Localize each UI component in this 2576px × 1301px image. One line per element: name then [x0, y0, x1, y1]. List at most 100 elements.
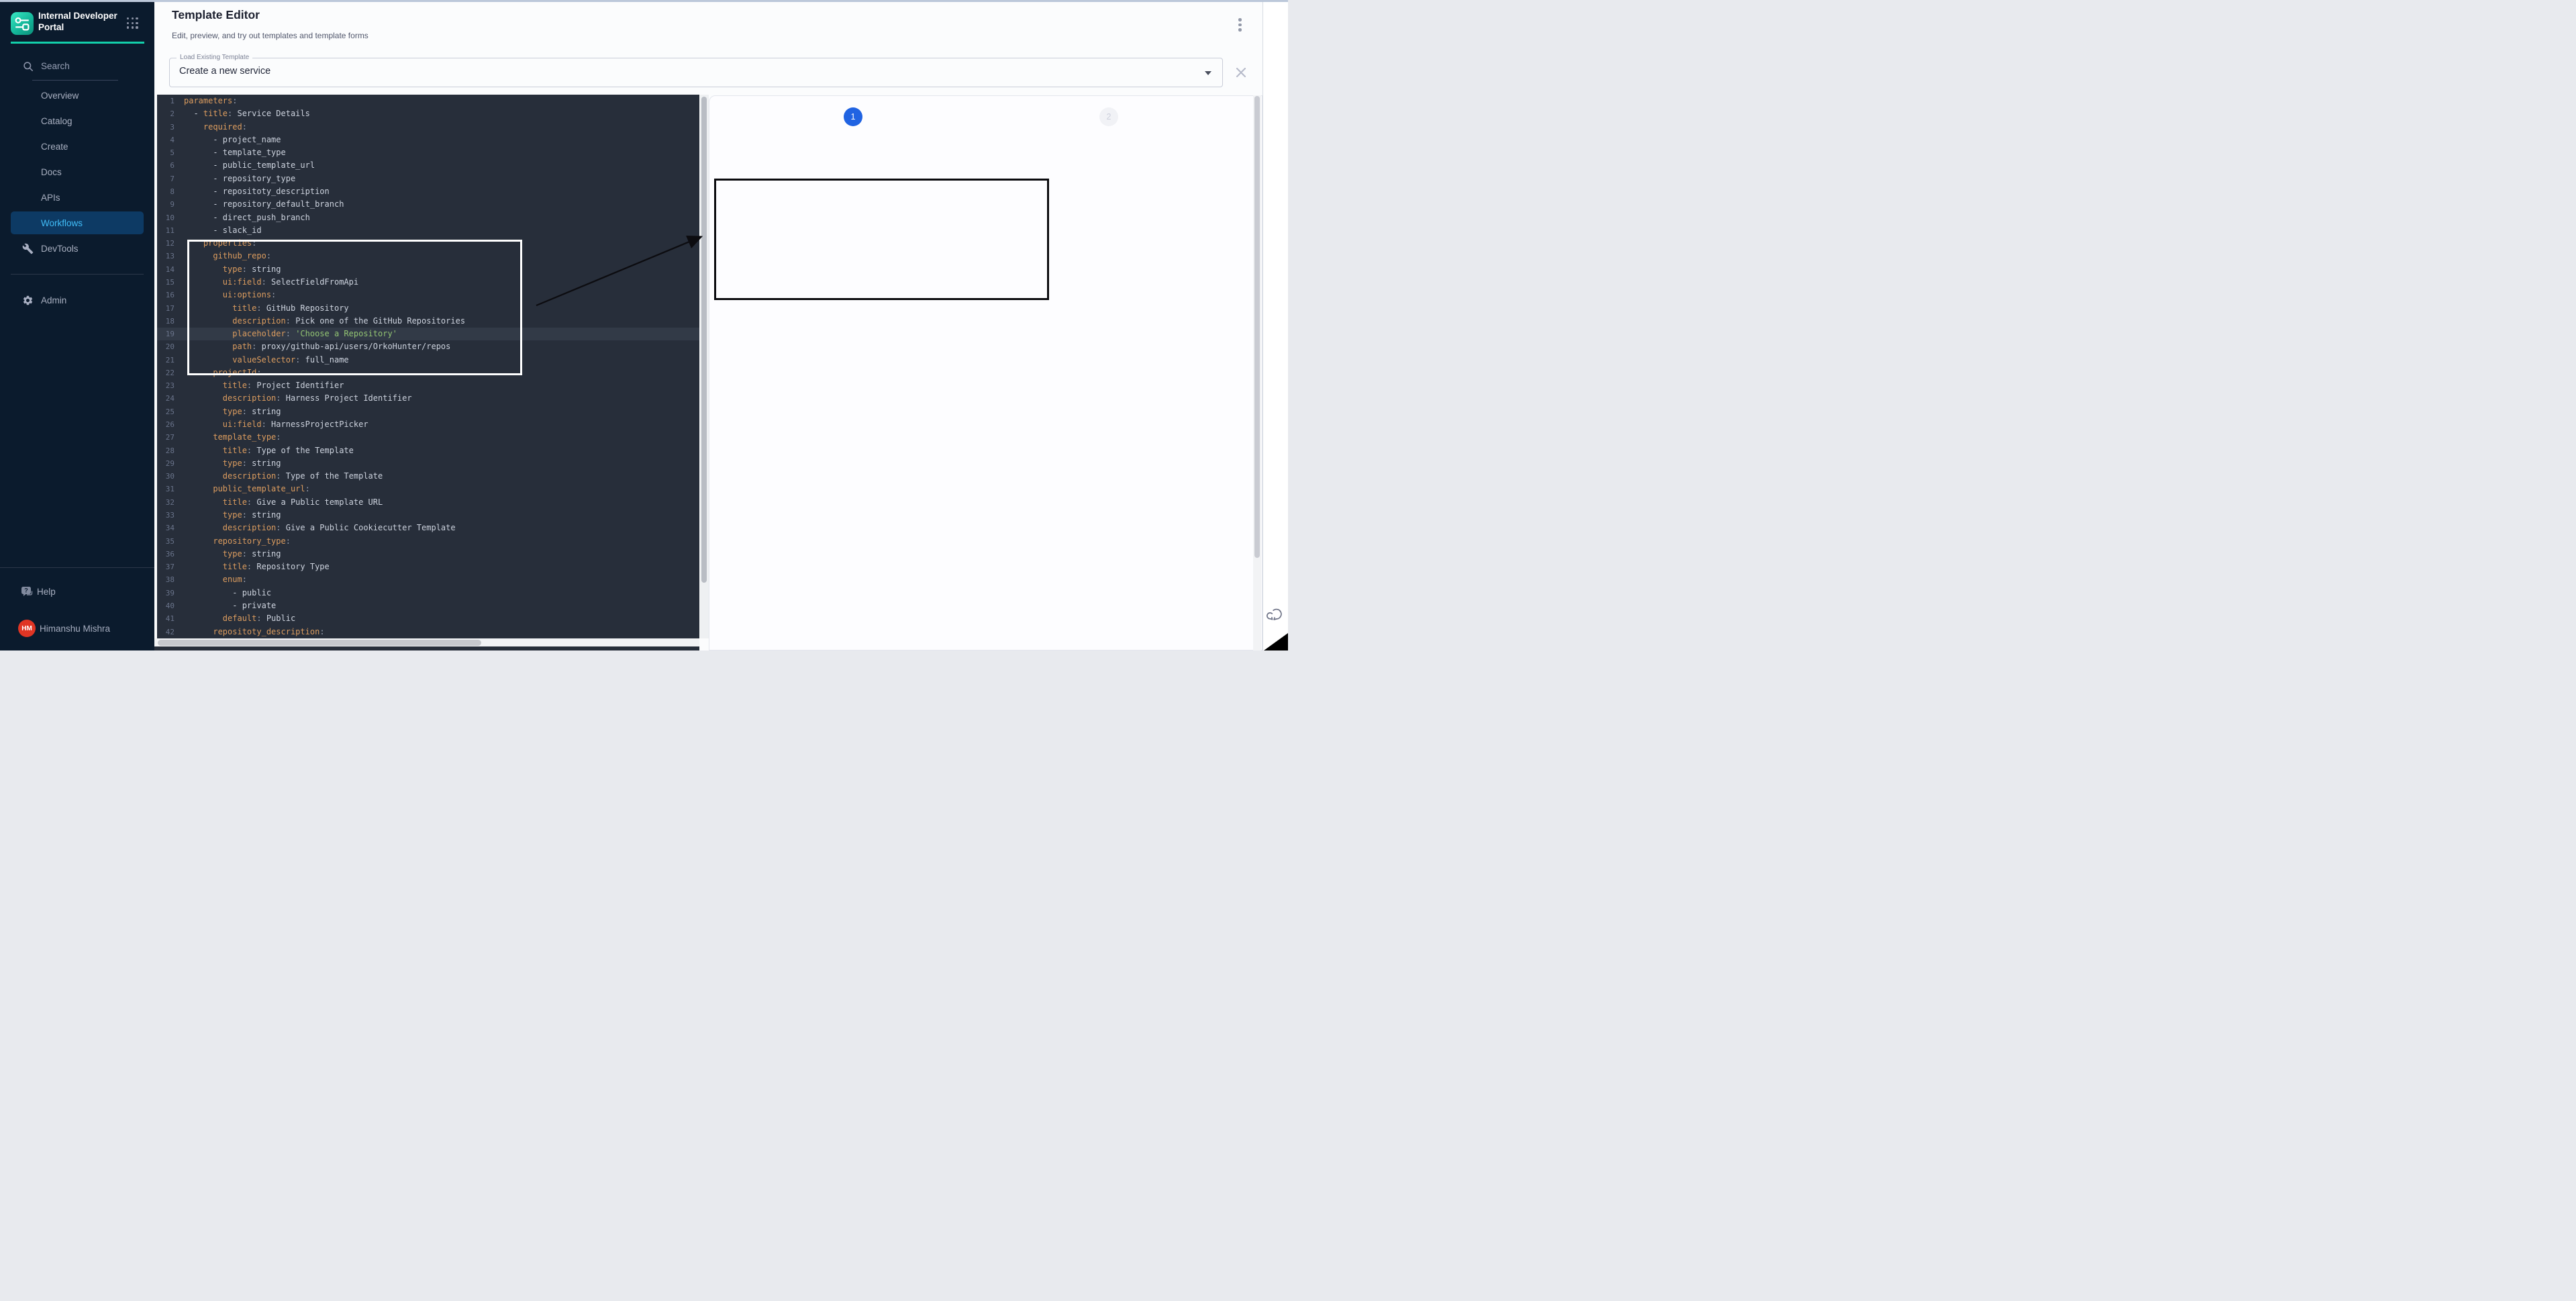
apps-grid-icon[interactable]: [127, 17, 138, 29]
code-line[interactable]: 29 type: string: [157, 457, 699, 470]
code-line[interactable]: 15 ui:field: SelectFieldFromApi: [157, 276, 699, 289]
code-text: title: Project Identifier: [184, 381, 344, 390]
code-line[interactable]: 11 - slack_id: [157, 224, 699, 237]
sidebar-item-catalog[interactable]: Catalog: [0, 108, 154, 134]
sidebar-item-docs[interactable]: Docs: [0, 159, 154, 185]
code-line[interactable]: 6 - public_template_url: [157, 159, 699, 172]
line-number: 8: [157, 185, 175, 198]
code-line[interactable]: 38 enum:: [157, 573, 699, 586]
line-number: 16: [157, 289, 175, 301]
code-text: parameters:: [184, 96, 237, 105]
code-line[interactable]: 10 - direct_push_branch: [157, 211, 699, 224]
code-line[interactable]: 37 title: Repository Type: [157, 561, 699, 573]
top-edge-line: [0, 0, 1288, 2]
code-line[interactable]: 18 description: Pick one of the GitHub R…: [157, 315, 699, 328]
wrench-icon: [22, 243, 34, 254]
step-1-circle[interactable]: 1: [844, 107, 862, 126]
sidebar-search[interactable]: Search: [0, 59, 154, 75]
load-template-select[interactable]: Load Existing Template Create a new serv…: [169, 58, 1223, 87]
code-text: public_template_url:: [184, 484, 310, 493]
cursor-artifact: [1264, 633, 1288, 650]
code-line[interactable]: 7 - repository_type: [157, 173, 699, 185]
sidebar-item-apis[interactable]: APIs: [0, 185, 154, 210]
page-title: Template Editor: [172, 8, 260, 22]
code-text: placeholder: 'Choose a Repository': [184, 329, 397, 338]
code-line[interactable]: 28 title: Type of the Template: [157, 444, 699, 457]
sidebar-item-admin[interactable]: Admin: [0, 289, 154, 311]
code-line[interactable]: 30 description: Type of the Template: [157, 470, 699, 483]
user-row[interactable]: HM Himanshu Mishra: [0, 616, 154, 642]
code-line[interactable]: 9 - repository_default_branch: [157, 198, 699, 211]
code-line[interactable]: 17 title: GitHub Repository: [157, 302, 699, 315]
code-line[interactable]: 40 - private: [157, 599, 699, 612]
sidebar-item-overview[interactable]: Overview: [0, 83, 154, 108]
code-line[interactable]: 21 valueSelector: full_name: [157, 354, 699, 367]
line-number: 41: [157, 612, 175, 625]
code-line[interactable]: 36 type: string: [157, 548, 699, 561]
sidebar-bottom-divider: [0, 567, 154, 568]
line-number: 6: [157, 159, 175, 172]
sidebar-divider: [11, 274, 144, 275]
code-line[interactable]: 31 public_template_url:: [157, 483, 699, 495]
clear-template-button[interactable]: [1235, 66, 1247, 79]
code-line[interactable]: 39 - public: [157, 587, 699, 599]
code-text: title: Repository Type: [184, 562, 330, 571]
sidebar-item-devtools[interactable]: DevTools: [0, 238, 154, 259]
code-line[interactable]: 20 path: proxy/github-api/users/OrkoHunt…: [157, 340, 699, 353]
brand-divider: [11, 42, 144, 44]
panel-scrollbar-thumb[interactable]: [1254, 96, 1260, 558]
step-2-circle[interactable]: 2: [1099, 107, 1118, 126]
idp-logo[interactable]: [11, 12, 34, 35]
code-line[interactable]: 19 placeholder: 'Choose a Repository': [157, 328, 699, 340]
code-line[interactable]: 1parameters:: [157, 95, 699, 107]
line-number: 36: [157, 548, 175, 561]
code-line[interactable]: 16 ui:options:: [157, 289, 699, 301]
code-line[interactable]: 22 projectId:: [157, 367, 699, 379]
code-line[interactable]: 23 title: Project Identifier: [157, 379, 699, 392]
code-line[interactable]: 4 - project_name: [157, 134, 699, 146]
code-text: ui:options:: [184, 290, 276, 299]
code-line[interactable]: 35 repository_type:: [157, 535, 699, 548]
code-line[interactable]: 13 github_repo:: [157, 250, 699, 262]
code-line[interactable]: 25 type: string: [157, 405, 699, 418]
code-text: required:: [184, 122, 247, 132]
line-number: 28: [157, 444, 175, 457]
code-text: description: Pick one of the GitHub Repo…: [184, 316, 465, 326]
code-line[interactable]: 41 default: Public: [157, 612, 699, 625]
code-line[interactable]: 3 required:: [157, 121, 699, 134]
code-line[interactable]: 14 type: string: [157, 263, 699, 276]
line-number: 9: [157, 198, 175, 211]
code-line[interactable]: 24 description: Harness Project Identifi…: [157, 392, 699, 405]
code-text: - repository_default_branch: [184, 199, 344, 209]
code-line[interactable]: 32 title: Give a Public template URL: [157, 496, 699, 509]
code-text: - private: [184, 601, 276, 610]
code-text: valueSelector: full_name: [184, 355, 349, 365]
kebab-menu-icon[interactable]: [1238, 18, 1242, 34]
code-line[interactable]: 26 ui:field: HarnessProjectPicker: [157, 418, 699, 431]
editor-vscrollbar-thumb[interactable]: [701, 97, 707, 583]
code-line[interactable]: 2 - title: Service Details: [157, 107, 699, 120]
yaml-code-editor[interactable]: 1parameters:2 - title: Service Details3 …: [157, 95, 699, 638]
code-line[interactable]: 42 repositoty_description:: [157, 626, 699, 638]
sidebar-item-create[interactable]: Create: [0, 134, 154, 159]
code-text: type: string: [184, 407, 281, 416]
code-line[interactable]: 34 description: Give a Public Cookiecutt…: [157, 522, 699, 534]
code-line[interactable]: 5 - template_type: [157, 146, 699, 159]
right-edge-strip: [1262, 0, 1288, 650]
line-number: 22: [157, 367, 175, 379]
code-line[interactable]: 33 type: string: [157, 509, 699, 522]
code-line[interactable]: 8 - repositoty_description: [157, 185, 699, 198]
sidebar-item-help[interactable]: ? Help: [0, 581, 154, 602]
code-text: - repository_type: [184, 174, 295, 183]
load-template-value: Create a new service: [179, 66, 270, 77]
user-name: Himanshu Mishra: [40, 624, 110, 634]
code-text: - title: Service Details: [184, 109, 310, 118]
chat-bubbles-icon[interactable]: [1267, 606, 1285, 628]
code-text: description: Type of the Template: [184, 471, 383, 481]
editor-hscrollbar-thumb[interactable]: [158, 640, 481, 646]
code-text: description: Harness Project Identifier: [184, 393, 412, 403]
code-line[interactable]: 27 template_type:: [157, 431, 699, 444]
sidebar-item-workflows[interactable]: Workflows: [11, 211, 144, 234]
code-text: title: GitHub Repository: [184, 303, 349, 313]
code-line[interactable]: 12 properties:: [157, 237, 699, 250]
